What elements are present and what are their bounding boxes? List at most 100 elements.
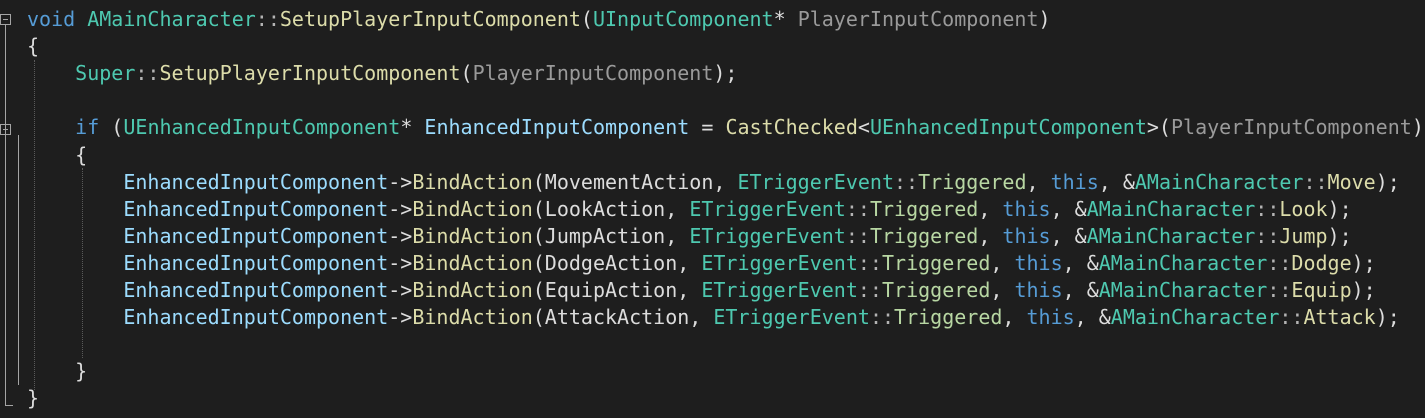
code-token: } <box>27 386 40 411</box>
code-token: ); <box>1375 305 1400 330</box>
code-token: SetupPlayerInputComponent <box>279 7 581 31</box>
code-token: -> <box>388 169 413 194</box>
code-token: = <box>689 115 726 140</box>
code-token: ( <box>460 61 473 86</box>
code-token: Dodge <box>1291 250 1352 275</box>
code-token: ( <box>532 169 545 194</box>
code-token: AMainCharacter <box>1086 196 1256 221</box>
code-token: ETriggerEvent <box>713 305 870 330</box>
code-token: } <box>27 359 88 384</box>
code-token: , <box>665 196 690 221</box>
code-token: ETriggerEvent <box>689 223 846 248</box>
code-token: , & <box>1062 278 1099 302</box>
code-token: , <box>978 223 1003 248</box>
code-line[interactable]: if (UEnhancedInputComponent* EnhancedInp… <box>27 114 1425 141</box>
code-token: EnhancedInputComponent <box>123 223 389 248</box>
code-token: -> <box>388 278 413 302</box>
code-line[interactable]: EnhancedInputComponent->BindAction(Movem… <box>27 169 1400 196</box>
code-token: Triggered <box>894 305 1003 330</box>
code-line[interactable]: EnhancedInputComponent->BindAction(Attac… <box>27 304 1400 331</box>
code-line[interactable]: EnhancedInputComponent->BindAction(Equip… <box>27 277 1376 304</box>
code-token: :: <box>1267 278 1292 302</box>
outline-guide-function-end <box>5 405 13 406</box>
code-token: MovementAction <box>544 169 714 194</box>
code-token: ( <box>532 196 545 221</box>
code-token: ( <box>580 7 593 31</box>
code-token: :: <box>1255 196 1280 221</box>
code-token: this <box>1050 169 1099 194</box>
code-token: -> <box>388 196 413 221</box>
code-line[interactable]: { <box>27 142 87 169</box>
code-line[interactable]: EnhancedInputComponent->BindAction(LookA… <box>27 196 1351 223</box>
code-token: , & <box>1050 196 1087 221</box>
code-token: -> <box>388 305 413 330</box>
code-token: ( <box>532 278 545 302</box>
code-token: EnhancedInputComponent <box>123 196 389 221</box>
code-token: :: <box>1255 223 1280 248</box>
code-line[interactable]: EnhancedInputComponent->BindAction(Dodge… <box>27 250 1375 277</box>
code-token: < <box>857 115 870 140</box>
code-token: , <box>689 305 714 330</box>
code-token: :: <box>135 61 160 86</box>
code-token: BindAction <box>412 305 533 330</box>
code-token: :: <box>845 223 870 248</box>
code-token: ( <box>532 250 545 275</box>
code-token: Triggered <box>869 196 979 221</box>
code-token: * <box>773 7 798 31</box>
code-line[interactable]: } <box>27 358 87 385</box>
code-token: BindAction <box>412 196 533 221</box>
code-token: AMainCharacter <box>1134 169 1304 194</box>
code-line[interactable]: { <box>27 33 39 60</box>
code-token: ETriggerEvent <box>689 196 846 221</box>
code-token: this <box>1002 196 1051 221</box>
code-token: AMainCharacter <box>1098 250 1268 275</box>
code-token: ETriggerEvent <box>701 250 858 275</box>
code-token: ( <box>532 223 545 248</box>
code-token: EnhancedInputComponent <box>123 278 389 302</box>
code-token: ); <box>713 61 738 86</box>
outline-guide-function <box>5 25 6 405</box>
code-token: , <box>677 250 702 275</box>
code-token: this <box>1026 305 1075 330</box>
code-token: :: <box>894 169 919 194</box>
code-token: Triggered <box>869 223 979 248</box>
code-token: :: <box>857 250 882 275</box>
code-line[interactable]: } <box>27 385 39 412</box>
code-token: , <box>665 223 690 248</box>
code-token: DodgeAction <box>544 250 678 275</box>
code-token: { <box>27 142 88 167</box>
code-line[interactable]: Super::SetupPlayerInputComponent(PlayerI… <box>27 60 737 87</box>
code-token: LookAction <box>544 196 666 221</box>
code-token: UInputComponent <box>592 7 774 31</box>
code-line[interactable]: EnhancedInputComponent->BindAction(JumpA… <box>27 223 1351 250</box>
code-token: ) <box>1038 7 1051 31</box>
code-token: BindAction <box>412 169 533 194</box>
code-token: { <box>27 34 40 59</box>
code-token: ); <box>1375 169 1400 194</box>
code-token: this <box>1014 278 1063 302</box>
code-token: :: <box>1279 305 1304 330</box>
code-token: AMainCharacter <box>1110 305 1280 330</box>
code-token: , <box>677 278 702 302</box>
code-token: if <box>75 115 100 140</box>
code-token: EquipAction <box>544 278 678 302</box>
code-token: AttackAction <box>544 305 690 330</box>
collapse-function-icon[interactable] <box>0 14 11 25</box>
code-token: Super <box>75 61 136 86</box>
code-token: BindAction <box>412 223 533 248</box>
code-editor[interactable]: void AMainCharacter::SetupPlayerInputCom… <box>0 0 1425 418</box>
code-token: ); <box>1351 278 1376 302</box>
code-token: UEnhancedInputComponent <box>869 115 1147 140</box>
code-token: EnhancedInputComponent <box>123 169 389 194</box>
code-token: :: <box>845 196 870 221</box>
code-token: , <box>978 196 1003 221</box>
code-line[interactable]: void AMainCharacter::SetupPlayerInputCom… <box>27 6 1051 33</box>
code-token: , <box>990 250 1015 275</box>
code-token: -> <box>388 250 413 275</box>
